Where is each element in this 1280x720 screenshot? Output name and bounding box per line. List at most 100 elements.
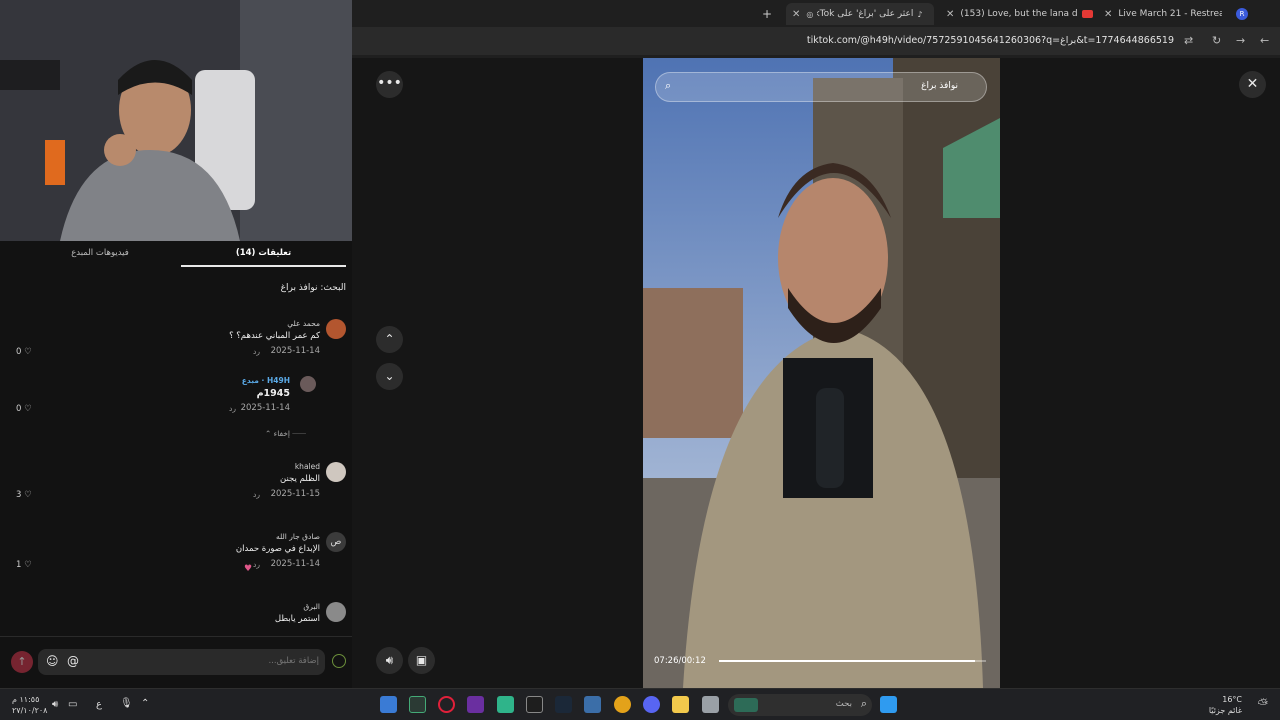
close-icon[interactable]: ✕ — [946, 9, 954, 20]
back-icon[interactable]: ← — [1260, 34, 1269, 47]
clock[interactable]: ١١:٥٥ م ٢٧/١٠/٢٠٨ — [12, 694, 47, 716]
pip-icon: ▣ — [415, 653, 428, 667]
emoji-icon[interactable]: ☺ — [46, 654, 59, 668]
tab-restream[interactable]: ✕ Live March 21 - Restream — [1104, 3, 1222, 25]
forward-icon[interactable]: → — [1236, 34, 1245, 47]
video-progress-bar[interactable] — [719, 660, 986, 662]
pip-button[interactable]: ▣ — [408, 647, 435, 674]
task-view-icon[interactable] — [702, 696, 719, 713]
video-player[interactable]: ⌕ نوافذ براغ 07:26/00:12 — [643, 58, 1000, 688]
weather-widget[interactable]: 16°C غائم جزئيًا — [1209, 694, 1242, 716]
heart-icon: ♡ — [21, 347, 32, 357]
avatar[interactable]: ص — [326, 532, 346, 552]
tab-youtube[interactable]: ✕ (153) Love, but the lana del rey — [946, 3, 1096, 25]
comments-panel: فيديوهات المبدع تعليقات (14) البحث: نواف… — [0, 241, 352, 688]
reply-button[interactable]: رد — [253, 490, 260, 499]
comment-date: 2025-11-14 — [270, 559, 320, 569]
avatar[interactable] — [326, 602, 346, 622]
comment-username[interactable]: صادق جار الله — [276, 532, 320, 541]
new-tab-button[interactable]: + — [762, 3, 772, 25]
reply-button[interactable]: رد — [229, 404, 236, 413]
video-time: 07:26/00:12 — [654, 656, 706, 666]
tab-title: اعثر على 'براغ' على TikTok | — [817, 9, 914, 19]
mention-icon[interactable]: @ — [67, 654, 79, 668]
discord-icon[interactable] — [643, 696, 660, 713]
next-video-button[interactable]: ⌄ — [376, 363, 403, 390]
comment-text: 1945م — [256, 388, 290, 399]
comment-username[interactable]: khaled — [295, 462, 320, 471]
chrome-icon[interactable] — [614, 696, 631, 713]
widgets-icon[interactable] — [380, 696, 397, 713]
heart-icon: ♡ — [21, 404, 32, 414]
close-button[interactable]: ✕ — [1239, 71, 1266, 98]
tab-title: (153) Love, but the lana del rey — [960, 9, 1078, 19]
url-text[interactable]: tiktok.com/@h49h/video/75725910456412603… — [807, 35, 1174, 46]
store-icon[interactable] — [584, 696, 601, 713]
steam-icon[interactable] — [555, 696, 572, 713]
file-explorer-icon[interactable] — [672, 696, 689, 713]
avatar[interactable] — [326, 319, 346, 339]
next-app-icon[interactable] — [467, 696, 484, 713]
comment-text: كم عمر المباني عندهم؟ ؟ — [229, 331, 320, 341]
hide-label: إخفاء — [273, 429, 290, 438]
tab-tiktok[interactable]: ✕ ◎ اعثر على 'براغ' على TikTok | ♪ — [786, 3, 934, 25]
volume-icon[interactable]: 🔊︎ — [52, 699, 58, 710]
tab-title: Live March 21 - Restream — [1118, 9, 1222, 19]
more-options-button[interactable]: ••• — [376, 71, 403, 98]
volume-button[interactable]: 🔊︎ — [376, 647, 403, 674]
reply-button[interactable]: رد — [253, 347, 260, 356]
hide-replies-button[interactable]: ⌃ إخفاء ─── — [265, 429, 306, 438]
xbox-icon[interactable] — [409, 696, 426, 713]
tiktok-icon: ♪ — [917, 9, 923, 19]
search-icon: ⌕ — [665, 79, 672, 92]
like-button[interactable]: 1 ♡ — [16, 560, 32, 570]
video-frame — [643, 58, 1000, 688]
avatar[interactable] — [326, 462, 346, 482]
close-icon[interactable]: ✕ — [792, 9, 800, 20]
language-indicator[interactable]: ع — [96, 699, 102, 710]
profile-avatar[interactable]: R — [1236, 3, 1248, 25]
comment-username[interactable]: H49H · مبدع — [242, 376, 290, 385]
browser-chrome: + ✕ ◎ اعثر على 'براغ' على TikTok | ♪ ✕ (… — [352, 0, 1280, 58]
video-search-bar[interactable]: ⌕ نوافذ براغ — [655, 72, 987, 102]
chevron-up-icon: ⌃ — [384, 332, 395, 346]
send-button[interactable]: ↑ — [11, 651, 33, 673]
comment-date: 2025-11-14 — [270, 346, 320, 356]
like-button[interactable]: 3 ♡ — [16, 490, 32, 500]
reply-button[interactable]: رد — [253, 560, 260, 569]
comment-input[interactable] — [119, 656, 319, 666]
clock-time: ١١:٥٥ م — [12, 695, 40, 704]
avatar[interactable] — [300, 376, 316, 392]
app-icon[interactable] — [497, 696, 514, 713]
volume-icon: 🔊︎ — [385, 653, 394, 667]
tab-comments[interactable]: تعليقات (14) — [181, 248, 346, 258]
close-icon[interactable]: ✕ — [1104, 9, 1112, 20]
epic-games-icon[interactable] — [526, 696, 543, 713]
search-label: البحث: نوافذ براغ — [280, 283, 346, 293]
tab-creator-videos[interactable]: فيديوهات المبدع — [20, 248, 180, 258]
comment-item: محمد علي كم عمر المباني عندهم؟ ؟ 2025-11… — [6, 319, 346, 379]
comment-username[interactable]: محمد علي — [287, 319, 320, 328]
like-button[interactable]: 0 ♡ — [16, 347, 32, 357]
taskbar-search[interactable]: بحث ⌕ — [728, 694, 872, 716]
comment-composer[interactable]: ☺ @ — [38, 649, 325, 675]
opera-icon[interactable] — [438, 696, 455, 713]
webcam-overlay — [0, 0, 352, 241]
weather-icon: ⛅︎ — [1257, 697, 1268, 712]
video-stage: ••• ⌃ ⌄ 🔊︎ ▣ ✕ ⌕ نوافذ براغ 07:26/00:12 — [352, 58, 1280, 688]
microphone-icon[interactable]: 🎙︎ — [120, 698, 133, 709]
reload-icon[interactable]: ↻ — [1212, 34, 1221, 47]
network-icon[interactable]: ▭ — [68, 699, 77, 710]
profile-initial: R — [1236, 8, 1248, 20]
like-button[interactable]: 0 ♡ — [16, 404, 32, 414]
previous-video-button[interactable]: ⌃ — [376, 326, 403, 353]
chevron-up-icon[interactable]: ⌃ — [141, 698, 149, 709]
loading-icon — [332, 654, 346, 668]
comment-username[interactable]: البرق — [303, 602, 320, 611]
site-settings-icon[interactable]: ⇄ — [1184, 34, 1193, 47]
chevron-down-icon: ⌄ — [384, 369, 395, 383]
heart-icon: ♡ — [21, 490, 32, 500]
address-bar[interactable]: tiktok.com/@h49h/video/75725910456412603… — [352, 27, 1280, 55]
video-search-query[interactable]: نوافذ براغ — [921, 81, 958, 91]
start-icon[interactable] — [880, 696, 897, 713]
